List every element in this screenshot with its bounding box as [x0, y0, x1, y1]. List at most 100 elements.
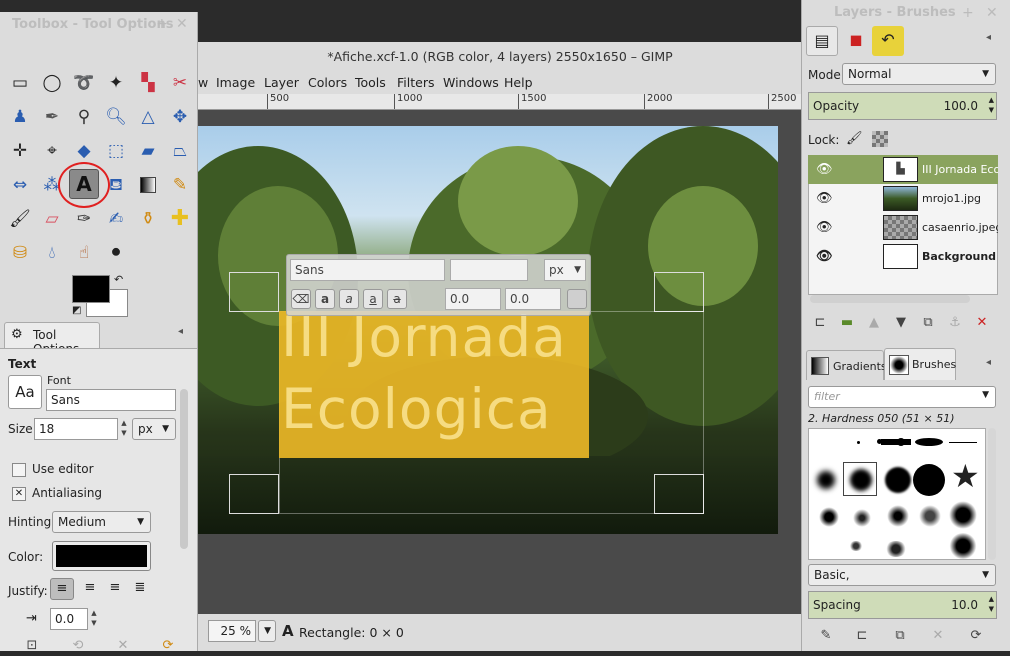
font-preview-button[interactable]: Aa: [8, 375, 42, 409]
zoom-icon[interactable]: 🔍︎: [103, 104, 129, 130]
delete-layer-icon[interactable]: ✕: [972, 313, 992, 333]
spacing-slider[interactable]: Spacing 10.0 ▲ ▼: [808, 591, 997, 619]
close-icon[interactable]: ✕: [176, 16, 188, 32]
smudge-icon[interactable]: ☝: [71, 240, 97, 266]
menu-view[interactable]: w: [198, 75, 208, 90]
ellipse-select-icon[interactable]: ◯: [39, 70, 65, 96]
menu-windows[interactable]: Windows: [443, 75, 499, 90]
bucket-fill-icon[interactable]: ⛾: [103, 172, 129, 198]
reset-options-icon[interactable]: ⟳: [158, 636, 178, 656]
justify-left-icon[interactable]: ≡: [50, 578, 74, 600]
tab-undo[interactable]: ↶: [872, 26, 904, 56]
duplicate-layer-icon[interactable]: ⧉: [918, 313, 938, 333]
new-layer-icon[interactable]: ⊏: [810, 313, 830, 333]
foreground-select-icon[interactable]: ♟: [7, 104, 33, 130]
menu-layer[interactable]: Layer: [264, 75, 299, 90]
ink-icon[interactable]: ✍: [103, 206, 129, 232]
color-swatch[interactable]: [567, 289, 587, 309]
layer-row[interactable]: 👁︎ casaenrio.jpeg: [808, 213, 998, 242]
brush-grid[interactable]: ★: [808, 428, 986, 560]
eye-icon[interactable]: 👁︎: [816, 155, 833, 184]
tab-menu-icon[interactable]: ◂: [178, 326, 183, 337]
refresh-brushes-icon[interactable]: ⟳: [966, 626, 986, 646]
scissors-icon[interactable]: ✂: [167, 70, 193, 96]
scale-icon[interactable]: ⬚: [103, 138, 129, 164]
anchor-icon[interactable]: ⚓: [945, 313, 965, 333]
default-colors-icon[interactable]: ◩: [72, 305, 81, 316]
delete-brush-icon[interactable]: ✕: [928, 626, 948, 646]
eye-icon[interactable]: 👁︎: [816, 242, 833, 271]
layer-row[interactable]: 👁︎ mrojo1.jpg: [808, 184, 998, 213]
italic-icon[interactable]: a: [339, 289, 359, 309]
underline-icon[interactable]: a: [363, 289, 383, 309]
lock-pixels-icon[interactable]: 🖌︎: [846, 131, 863, 146]
justify-right-icon[interactable]: ≡: [78, 578, 102, 600]
close-icon[interactable]: ✕: [986, 5, 998, 21]
menu-filters[interactable]: Filters: [397, 75, 434, 90]
selected-brush[interactable]: [843, 462, 877, 496]
hinting-select[interactable]: Medium ▼: [52, 511, 151, 533]
heal-icon[interactable]: ✚: [167, 206, 193, 232]
lower-layer-icon[interactable]: ▼: [891, 313, 911, 333]
spacing-stepper[interactable]: ▲ ▼: [989, 594, 994, 614]
clone-icon[interactable]: ⚱: [135, 206, 161, 232]
tab-layers[interactable]: ▤: [806, 26, 838, 56]
canvas-area[interactable]: III Jornada Ecologica Sans px ▼ ⌫ a a a a…: [198, 110, 802, 614]
align-icon[interactable]: ✛: [7, 138, 33, 164]
antialiasing-checkbox[interactable]: ✕: [12, 487, 26, 501]
swap-colors-icon[interactable]: ↶: [114, 273, 123, 286]
tab-menu-icon[interactable]: ◂: [986, 357, 991, 368]
eye-icon[interactable]: 👁︎: [816, 184, 833, 213]
brush-scrollbar[interactable]: [988, 428, 996, 560]
mode-select[interactable]: Normal ▼: [842, 63, 996, 85]
text-color-button[interactable]: [52, 541, 151, 571]
eye-icon[interactable]: 👁︎: [816, 213, 833, 242]
indent-input[interactable]: 0.0: [50, 608, 88, 630]
blur-icon[interactable]: 💧︎: [39, 240, 65, 266]
new-group-icon[interactable]: ▬: [837, 313, 857, 333]
style-size-field[interactable]: [450, 259, 528, 281]
airbrush-icon[interactable]: ✑: [71, 206, 97, 232]
horizontal-ruler[interactable]: 500 1000 1500 2000 2500: [198, 94, 802, 110]
shear-icon[interactable]: ▰: [135, 138, 161, 164]
bold-icon[interactable]: a: [315, 289, 335, 309]
use-editor-checkbox[interactable]: [12, 463, 26, 477]
size-unit-select[interactable]: px ▼: [132, 418, 176, 440]
size-input[interactable]: 18: [34, 418, 118, 440]
pencil-icon[interactable]: ✎: [167, 172, 193, 198]
lock-alpha-icon[interactable]: [872, 131, 888, 147]
brush-filter-input[interactable]: filter ▼: [808, 386, 996, 408]
fuzzy-select-icon[interactable]: ✦: [103, 70, 129, 96]
kerning-field[interactable]: 0.0: [505, 288, 561, 310]
pin-icon[interactable]: +: [156, 16, 168, 32]
baseline-field[interactable]: 0.0: [445, 288, 501, 310]
menu-help[interactable]: Help: [504, 75, 533, 90]
indent-stepper[interactable]: ▲ ▼: [89, 608, 99, 630]
pin-icon[interactable]: +: [962, 5, 974, 21]
zoom-field[interactable]: 25 %: [208, 620, 256, 642]
menu-colors[interactable]: Colors: [308, 75, 347, 90]
rotate-icon[interactable]: ◆: [71, 138, 97, 164]
brush-tag-select[interactable]: Basic, ▼: [808, 564, 996, 586]
flip-icon[interactable]: ⇔: [7, 172, 33, 198]
justify-center-icon[interactable]: ≡: [103, 578, 127, 600]
tab-tool-options[interactable]: ⚙ Tool Options: [4, 322, 100, 356]
zoom-dropdown[interactable]: ▼: [258, 620, 276, 642]
move-icon[interactable]: ✥: [167, 104, 193, 130]
blend-icon[interactable]: [135, 172, 161, 198]
rect-select-icon[interactable]: ▭: [7, 70, 33, 96]
color-picker-icon[interactable]: ⚲: [71, 104, 97, 130]
layer-row[interactable]: 👁︎ ▙ III Jornada Ecologica: [808, 155, 998, 184]
options-scrollbar[interactable]: [180, 389, 188, 549]
opacity-slider[interactable]: Opacity 100.0 ▲ ▼: [808, 92, 997, 120]
raise-layer-icon[interactable]: ▲: [864, 313, 884, 333]
delete-options-icon[interactable]: ✕: [113, 636, 133, 656]
edit-brush-icon[interactable]: ✎: [816, 626, 836, 646]
perspective-icon[interactable]: ⏢: [167, 138, 193, 164]
style-unit-select[interactable]: px ▼: [544, 259, 586, 281]
restore-options-icon[interactable]: ⟲: [68, 636, 88, 656]
menu-tools[interactable]: Tools: [355, 75, 386, 90]
tab-gradients[interactable]: Gradients: [806, 350, 887, 380]
perspective-clone-icon[interactable]: ⛁: [7, 240, 33, 266]
justify-fill-icon[interactable]: ≣: [128, 578, 152, 600]
